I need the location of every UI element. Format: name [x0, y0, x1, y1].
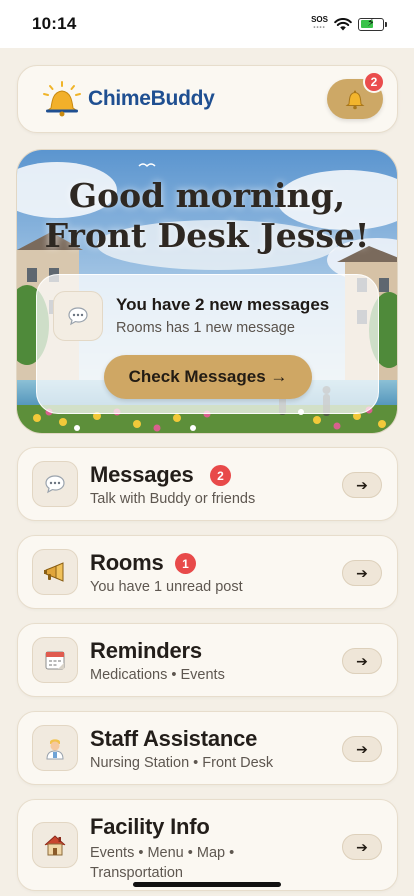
bell-icon	[345, 90, 365, 110]
menu-item-reminders[interactable]: Reminders Medications • Events ➔	[17, 623, 398, 697]
home-indicator[interactable]	[133, 882, 281, 887]
app-header: ChimeBuddy 2	[17, 65, 398, 133]
status-bar: 10:14 SOS •••• ⚡	[0, 0, 414, 48]
unread-badge: 1	[175, 553, 196, 574]
notifications-button[interactable]: 2	[327, 71, 385, 119]
arrow-right-button[interactable]: ➔	[342, 834, 382, 860]
wifi-icon	[334, 17, 352, 30]
notification-badge: 2	[363, 71, 385, 93]
new-messages-subtitle: Rooms has 1 new message	[116, 320, 295, 336]
bell-logo-icon	[43, 81, 81, 117]
hero-banner: Good morning, Front Desk Jesse! You have…	[16, 149, 398, 434]
menu-title: Reminders	[90, 638, 202, 663]
menu-title: Messages	[90, 462, 194, 487]
arrow-right-button[interactable]: ➔	[342, 560, 382, 586]
arrow-right-button[interactable]: ➔	[342, 648, 382, 674]
speech-bubble-icon	[32, 461, 78, 507]
unread-badge: 2	[210, 465, 231, 486]
app-name: ChimeBuddy	[88, 87, 215, 110]
menu-subtitle: Nursing Station • Front Desk	[90, 755, 274, 771]
menu-item-facility-info[interactable]: Facility Info Events • Menu • Map • Tran…	[17, 799, 398, 891]
menu-title: Rooms	[90, 550, 164, 575]
menu-item-staff-assistance[interactable]: Staff Assistance Nursing Station • Front…	[17, 711, 398, 785]
check-messages-button[interactable]: Check Messages →	[104, 355, 312, 399]
calendar-icon	[32, 637, 78, 683]
status-time: 10:14	[32, 14, 77, 33]
speech-bubble-icon	[53, 291, 103, 341]
new-messages-panel: You have 2 new messages Rooms has 1 new …	[36, 274, 379, 414]
menu-item-rooms[interactable]: Rooms 1 You have 1 unread post ➔	[17, 535, 398, 609]
menu-title: Staff Assistance	[90, 726, 258, 751]
menu-subtitle: You have 1 unread post	[90, 579, 243, 595]
menu-subtitle: Events • Menu • Map • Transportation	[90, 845, 235, 881]
app-logo: ChimeBuddy	[40, 81, 215, 117]
status-icons: SOS •••• ⚡	[311, 15, 387, 32]
staff-person-icon	[32, 725, 78, 771]
new-messages-title: You have 2 new messages	[116, 295, 330, 314]
battery-icon: ⚡	[358, 17, 387, 31]
menu-subtitle: Medications • Events	[90, 667, 225, 683]
arrow-right-button[interactable]: ➔	[342, 472, 382, 498]
sos-indicator: SOS ••••	[311, 15, 328, 32]
menu-item-messages[interactable]: Messages 2 Talk with Buddy or friends ➔	[17, 447, 398, 521]
menu-subtitle: Talk with Buddy or friends	[90, 491, 256, 507]
megaphone-icon	[32, 549, 78, 595]
menu-title: Facility Info	[90, 814, 210, 839]
greeting-heading: Good morning, Front Desk Jesse!	[44, 176, 370, 255]
arrow-right-button[interactable]: ➔	[342, 736, 382, 762]
house-icon	[32, 822, 78, 868]
